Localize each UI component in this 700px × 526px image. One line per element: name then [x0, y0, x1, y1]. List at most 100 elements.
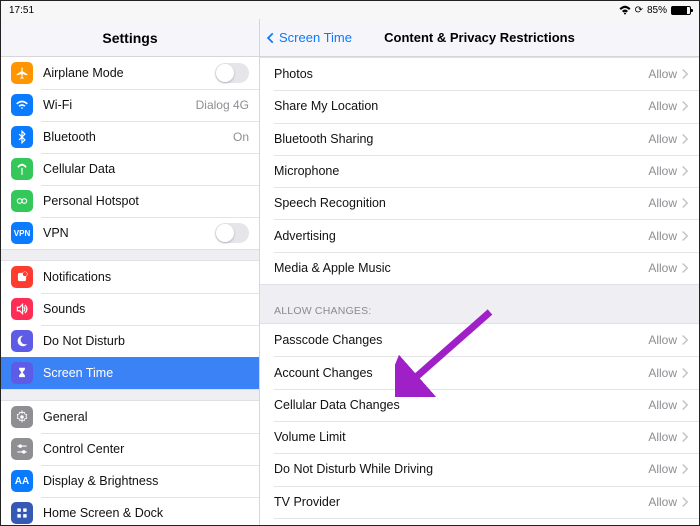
status-time: 17:51 — [9, 5, 34, 16]
section-privacy: PhotosAllow Share My LocationAllow Bluet… — [260, 57, 699, 285]
sidebar-item-homescreen[interactable]: Home Screen & Dock — [1, 497, 259, 525]
row-media-music[interactable]: Media & Apple MusicAllow — [260, 252, 699, 284]
row-label: Share My Location — [274, 99, 648, 113]
chevron-right-icon — [681, 230, 689, 242]
sidebar-group-general: General Control Center AA Display & Brig… — [1, 400, 259, 525]
row-value: Allow — [648, 366, 677, 380]
row-label: Media & Apple Music — [274, 261, 648, 275]
row-label: Bluetooth Sharing — [274, 132, 648, 146]
row-label: Notifications — [43, 270, 249, 284]
sidebar-item-controlcenter[interactable]: Control Center — [1, 433, 259, 465]
sidebar-item-bluetooth[interactable]: Bluetooth On — [1, 121, 259, 153]
row-advertising[interactable]: AdvertisingAllow — [260, 219, 699, 251]
row-speech[interactable]: Speech RecognitionAllow — [260, 187, 699, 219]
row-passcode-changes[interactable]: Passcode ChangesAllow — [260, 324, 699, 356]
row-label: Cellular Data Changes — [274, 398, 648, 412]
sidebar-item-notifications[interactable]: Notifications — [1, 261, 259, 293]
sidebar-item-general[interactable]: General — [1, 401, 259, 433]
sidebar-title: Settings — [1, 19, 259, 57]
row-value: Allow — [648, 398, 677, 412]
sidebar-item-vpn[interactable]: VPN VPN — [1, 217, 259, 249]
row-account-changes[interactable]: Account ChangesAllow — [260, 356, 699, 388]
sidebar-item-dnd[interactable]: Do Not Disturb — [1, 325, 259, 357]
row-label: Do Not Disturb While Driving — [274, 462, 648, 476]
settings-sidebar: Settings Airplane Mode Wi-Fi Dialog 4G — [1, 19, 260, 525]
row-microphone[interactable]: MicrophoneAllow — [260, 155, 699, 187]
row-label: Advertising — [274, 229, 648, 243]
section-allow-changes: Passcode ChangesAllow Account ChangesAll… — [260, 323, 699, 525]
row-label: Passcode Changes — [274, 333, 648, 347]
sidebar-item-hotspot[interactable]: Personal Hotspot — [1, 185, 259, 217]
chevron-right-icon — [681, 165, 689, 177]
sidebar-item-cellular[interactable]: Cellular Data — [1, 153, 259, 185]
row-background-app[interactable]: Background App ActivitiesAllow — [260, 518, 699, 525]
notifications-icon — [11, 266, 33, 288]
sidebar-item-screentime[interactable]: Screen Time — [1, 357, 259, 389]
row-label: Bluetooth — [43, 130, 233, 144]
row-photos[interactable]: PhotosAllow — [260, 58, 699, 90]
airplane-icon — [11, 62, 33, 84]
wifi-icon — [619, 5, 631, 15]
sidebar-group-alerts: Notifications Sounds Do Not Disturb Scre… — [1, 260, 259, 390]
sidebar-group-connectivity: Airplane Mode Wi-Fi Dialog 4G Bluetooth … — [1, 57, 259, 250]
sidebar-item-display[interactable]: AA Display & Brightness — [1, 465, 259, 497]
status-bar: 17:51 ⟳ 85% — [1, 1, 699, 19]
wifi-icon — [11, 94, 33, 116]
row-value: Allow — [648, 99, 677, 113]
row-bluetooth-sharing[interactable]: Bluetooth SharingAllow — [260, 123, 699, 155]
row-dnd-driving[interactable]: Do Not Disturb While DrivingAllow — [260, 453, 699, 485]
sliders-icon — [11, 438, 33, 460]
row-value: Allow — [648, 132, 677, 146]
detail-header: Screen Time Content & Privacy Restrictio… — [260, 19, 699, 57]
airplane-toggle[interactable] — [215, 63, 249, 83]
row-value: Allow — [648, 333, 677, 347]
row-value: Allow — [648, 229, 677, 243]
chevron-right-icon — [681, 133, 689, 145]
row-value: Allow — [648, 164, 677, 178]
vpn-icon: VPN — [11, 222, 33, 244]
antenna-icon — [11, 158, 33, 180]
row-value: Allow — [648, 462, 677, 476]
chevron-right-icon — [681, 100, 689, 112]
back-label: Screen Time — [279, 30, 352, 45]
row-value: Dialog 4G — [196, 98, 249, 112]
chevron-right-icon — [681, 367, 689, 379]
row-value: Allow — [648, 261, 677, 275]
chevron-right-icon — [681, 431, 689, 443]
battery-percent: 85% — [647, 5, 667, 16]
row-value: Allow — [648, 67, 677, 81]
hotspot-icon — [11, 190, 33, 212]
hourglass-icon — [11, 362, 33, 384]
row-share-location[interactable]: Share My LocationAllow — [260, 90, 699, 122]
row-label: Home Screen & Dock — [43, 506, 249, 520]
sidebar-item-wifi[interactable]: Wi-Fi Dialog 4G — [1, 89, 259, 121]
row-label: Personal Hotspot — [43, 194, 249, 208]
row-value: Allow — [648, 430, 677, 444]
chevron-right-icon — [681, 334, 689, 346]
chevron-right-icon — [681, 496, 689, 508]
chevron-right-icon — [681, 68, 689, 80]
back-button[interactable]: Screen Time — [264, 30, 352, 45]
row-label: Microphone — [274, 164, 648, 178]
row-tv-provider[interactable]: TV ProviderAllow — [260, 486, 699, 518]
bluetooth-icon — [11, 126, 33, 148]
chevron-right-icon — [681, 399, 689, 411]
row-label: TV Provider — [274, 495, 648, 509]
row-label: Cellular Data — [43, 162, 249, 176]
row-value: Allow — [648, 196, 677, 210]
row-label: Screen Time — [43, 366, 249, 380]
vpn-toggle[interactable] — [215, 223, 249, 243]
sidebar-item-sounds[interactable]: Sounds — [1, 293, 259, 325]
row-label: Do Not Disturb — [43, 334, 249, 348]
moon-icon — [11, 330, 33, 352]
sounds-icon — [11, 298, 33, 320]
row-cellular-data-changes[interactable]: Cellular Data ChangesAllow — [260, 389, 699, 421]
row-label: Display & Brightness — [43, 474, 249, 488]
row-volume-limit[interactable]: Volume LimitAllow — [260, 421, 699, 453]
sidebar-item-airplane[interactable]: Airplane Mode — [1, 57, 259, 89]
row-label: Account Changes — [274, 366, 648, 380]
display-icon: AA — [11, 470, 33, 492]
row-label: VPN — [43, 226, 215, 240]
row-label: Sounds — [43, 302, 249, 316]
grid-icon — [11, 502, 33, 524]
